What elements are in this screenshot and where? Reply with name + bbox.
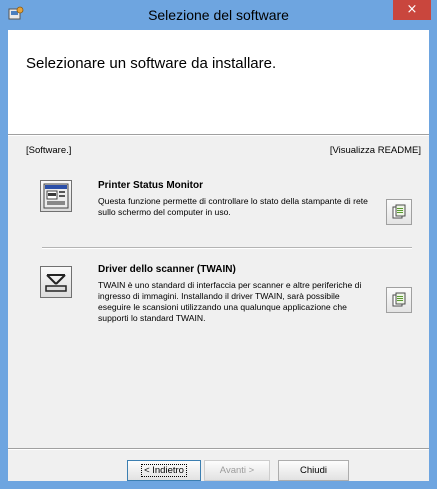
footer-divider — [8, 448, 429, 450]
close-window-button[interactable]: × — [393, 0, 431, 20]
readme-button-printer-status-monitor[interactable] — [386, 199, 412, 225]
item-title-printer-status-monitor[interactable]: Printer Status Monitor — [98, 180, 203, 191]
item-separator — [42, 247, 412, 249]
scanner-icon[interactable] — [40, 266, 72, 298]
readme-button-scanner-driver[interactable] — [386, 287, 412, 313]
header-divider — [8, 134, 429, 136]
window-title: Selezione del software — [148, 7, 289, 23]
dialog-body: Selezionare un software da installare. [… — [8, 30, 429, 481]
item-description-scanner-driver: TWAIN è uno standard di interfaccia per … — [98, 280, 362, 323]
printer-status-monitor-icon[interactable] — [40, 180, 72, 212]
back-button[interactable]: < Indietro — [127, 460, 201, 481]
scanner-icon-graphic — [45, 274, 67, 292]
printer-status-monitor-icon-graphic — [43, 183, 69, 209]
readme-document-icon — [392, 204, 406, 219]
software-column-label: [Software.] — [26, 145, 72, 156]
item-title-scanner-driver[interactable]: Driver dello scanner (TWAIN) — [98, 264, 236, 275]
back-button-label: < Indietro — [141, 464, 187, 477]
readme-column-label: [Visualizza README] — [329, 145, 421, 156]
installer-window: Selezione del software × Selezionare un … — [0, 0, 437, 489]
next-button[interactable]: Avanti > — [204, 460, 270, 481]
dialog-header: Selezionare un software da installare. — [8, 30, 429, 134]
item-description-printer-status-monitor: Questa funzione permette di controllare … — [98, 196, 368, 217]
dialog-heading: Selezionare un software da installare. — [26, 55, 277, 72]
title-bar[interactable]: Selezione del software × — [0, 0, 437, 30]
readme-document-icon — [392, 292, 406, 307]
close-button[interactable]: Chiudi — [278, 460, 349, 481]
